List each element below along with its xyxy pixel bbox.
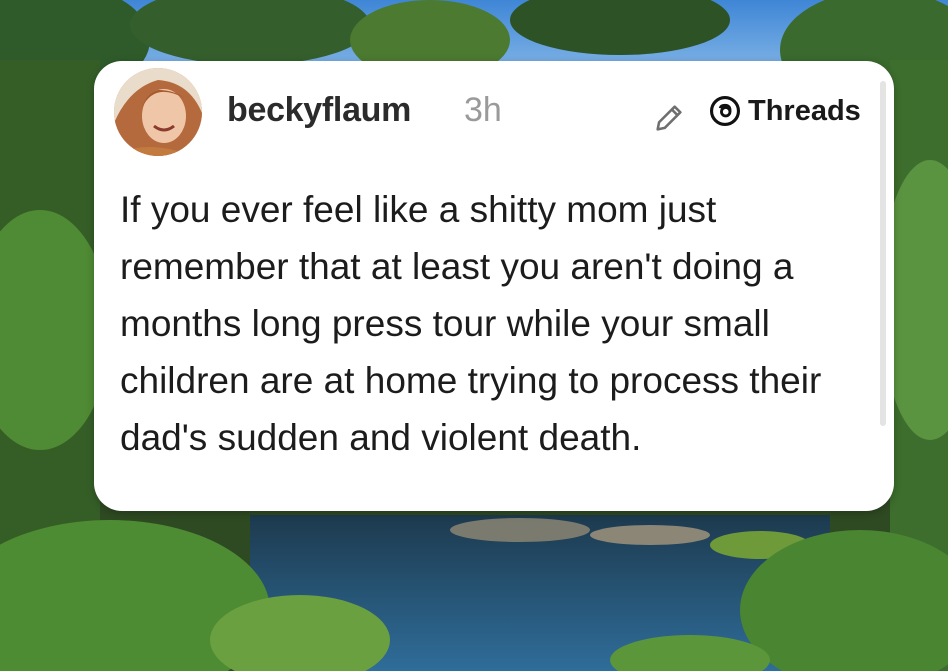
threads-label: Threads (748, 94, 861, 127)
username[interactable]: beckyflaum (227, 91, 411, 130)
pencil-icon (652, 101, 686, 135)
scrollbar[interactable] (880, 81, 886, 426)
post-timestamp: 3h (464, 91, 502, 129)
post-body-text: If you ever feel like a shitty mom just … (120, 189, 822, 458)
threads-post-card: beckyflaum 3h Threads If you ever feel l… (94, 61, 894, 511)
threads-logo-icon (708, 94, 742, 128)
avatar-image (114, 68, 202, 156)
threads-badge: Threads (708, 94, 861, 128)
avatar[interactable] (114, 68, 202, 156)
